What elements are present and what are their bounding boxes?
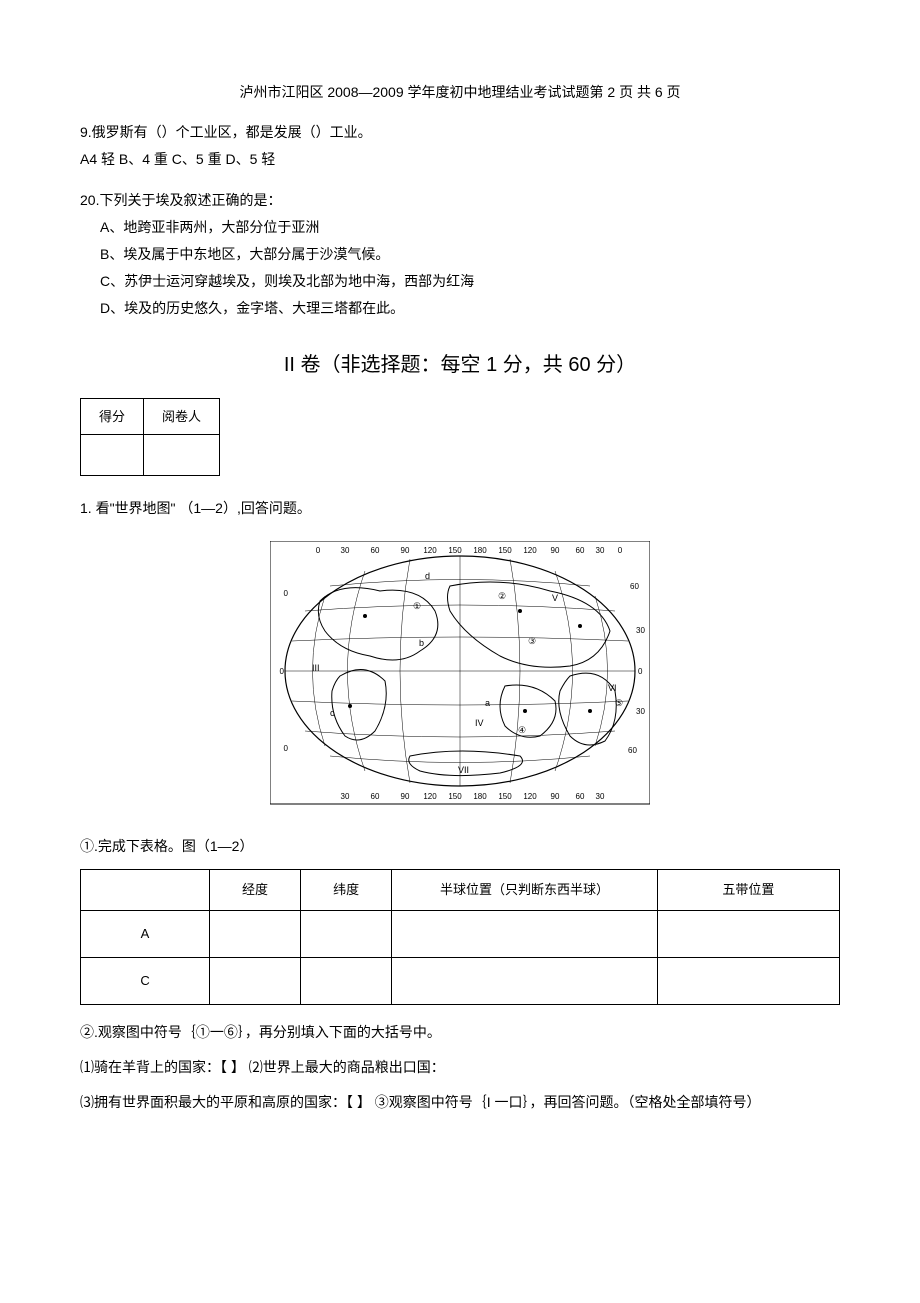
grader-cell[interactable]: [144, 434, 220, 475]
svg-text:90: 90: [401, 546, 410, 555]
row-c-label: C: [81, 957, 210, 1004]
svg-text:30: 30: [341, 792, 350, 801]
svg-text:VII: VII: [458, 765, 469, 775]
row-a-lat[interactable]: [301, 910, 392, 957]
q2-1-line1: ⑴骑在羊背上的国家：【 】 ⑵世界上最大的商品粮出口国：: [80, 1055, 840, 1080]
svg-text:b: b: [419, 638, 424, 648]
svg-text:30: 30: [636, 626, 645, 635]
coord-h1: 经度: [210, 870, 301, 910]
svg-text:①: ①: [413, 601, 421, 611]
svg-text:30: 30: [596, 546, 605, 555]
svg-text:30: 30: [636, 707, 645, 716]
svg-text:120: 120: [423, 792, 437, 801]
score-header-grader: 阅卷人: [144, 398, 220, 434]
row-a-label: A: [81, 910, 210, 957]
svg-text:0: 0: [280, 667, 285, 676]
svg-text:180: 180: [473, 546, 487, 555]
row-a-lon[interactable]: [210, 910, 301, 957]
svg-text:90: 90: [551, 792, 560, 801]
svg-text:150: 150: [448, 792, 462, 801]
svg-text:60: 60: [628, 746, 637, 755]
svg-text:a: a: [485, 698, 490, 708]
coord-h4: 五带位置: [657, 870, 839, 910]
table-row: 得分 阅卷人: [81, 398, 220, 434]
svg-text:120: 120: [423, 546, 437, 555]
coord-h0: [81, 870, 210, 910]
page-header: 泸州市江阳区 2008—2009 学年度初中地理结业考试试题第 2 页 共 6 …: [80, 80, 840, 105]
row-c-zone[interactable]: [657, 957, 839, 1004]
row-c-hemi[interactable]: [392, 957, 658, 1004]
svg-text:30: 30: [596, 792, 605, 801]
svg-text:60: 60: [371, 546, 380, 555]
svg-text:150: 150: [498, 792, 512, 801]
svg-text:90: 90: [551, 546, 560, 555]
table-row: [81, 434, 220, 475]
table-row: A: [81, 910, 840, 957]
svg-text:0: 0: [618, 546, 623, 555]
svg-text:30: 30: [341, 546, 350, 555]
svg-text:c: c: [330, 708, 335, 718]
table-row: C: [81, 957, 840, 1004]
q20-stem: 20.下列关于埃及叙述正确的是：: [80, 188, 840, 213]
score-table: 得分 阅卷人: [80, 398, 220, 476]
coord-table: 经度 纬度 半球位置（只判断东西半球） 五带位置 A C: [80, 869, 840, 1004]
svg-text:0: 0: [284, 589, 289, 598]
svg-text:180: 180: [473, 792, 487, 801]
q2-1-line2: ⑶拥有世界面积最大的平原和高原的国家：【 】 ③观察图中符号｛I 一口｝，再回答…: [80, 1090, 840, 1115]
svg-text:②: ②: [498, 591, 506, 601]
svg-text:120: 120: [523, 792, 537, 801]
world-map-icon: 0 30 60 90 120 150 180 150 120 90 60 30 …: [270, 541, 650, 806]
q20-opt-b: B、埃及属于中东地区，大部分属于沙漠气候。: [100, 242, 840, 267]
svg-text:0: 0: [284, 744, 289, 753]
world-map-figure: 0 30 60 90 120 150 180 150 120 90 60 30 …: [80, 541, 840, 814]
section-ii-title: II 卷（非选择题：每空 1 分，共 60 分）: [80, 347, 840, 383]
svg-text:V: V: [552, 593, 558, 603]
svg-text:③: ③: [528, 636, 536, 646]
q20-opt-d: D、埃及的历史悠久，金字塔、大理三塔都在此。: [100, 296, 840, 321]
svg-text:120: 120: [523, 546, 537, 555]
svg-text:d: d: [425, 571, 430, 581]
coord-h2: 纬度: [301, 870, 392, 910]
svg-text:150: 150: [498, 546, 512, 555]
q9-stem: 9.俄罗斯有（）个工业区，都是发展（）工业。: [80, 120, 840, 145]
svg-text:0: 0: [316, 546, 321, 555]
svg-text:④: ④: [518, 725, 526, 735]
score-cell[interactable]: [81, 434, 144, 475]
table-row: 经度 纬度 半球位置（只判断东西半球） 五带位置: [81, 870, 840, 910]
q2-1-sub1: ①.完成下表格。图（1—2）: [80, 834, 840, 859]
row-a-zone[interactable]: [657, 910, 839, 957]
svg-text:IV: IV: [475, 718, 484, 728]
row-c-lat[interactable]: [301, 957, 392, 1004]
svg-text:90: 90: [401, 792, 410, 801]
q9-options: A4 轻 B、4 重 C、5 重 D、5 轻: [80, 147, 840, 172]
svg-text:60: 60: [576, 792, 585, 801]
svg-text:60: 60: [576, 546, 585, 555]
q20-opt-a: A、地跨亚非两州，大部分位于亚洲: [100, 215, 840, 240]
row-c-lon[interactable]: [210, 957, 301, 1004]
svg-text:0: 0: [638, 667, 643, 676]
svg-text:III: III: [312, 663, 320, 673]
svg-text:60: 60: [371, 792, 380, 801]
q2-1-sub2: ②.观察图中符号｛①一⑥｝，再分别填入下面的大括号中。: [80, 1020, 840, 1045]
q20-opt-c: C、苏伊士运河穿越埃及，则埃及北部为地中海，西部为红海: [100, 269, 840, 294]
q2-1-stem: 1. 看"世界地图" （1—2）,回答问题。: [80, 496, 840, 521]
coord-h3: 半球位置（只判断东西半球）: [392, 870, 658, 910]
score-header-score: 得分: [81, 398, 144, 434]
row-a-hemi[interactable]: [392, 910, 658, 957]
svg-text:150: 150: [448, 546, 462, 555]
svg-text:VI: VI: [608, 683, 617, 693]
svg-text:⑤: ⑤: [615, 698, 623, 708]
svg-text:60: 60: [630, 582, 639, 591]
